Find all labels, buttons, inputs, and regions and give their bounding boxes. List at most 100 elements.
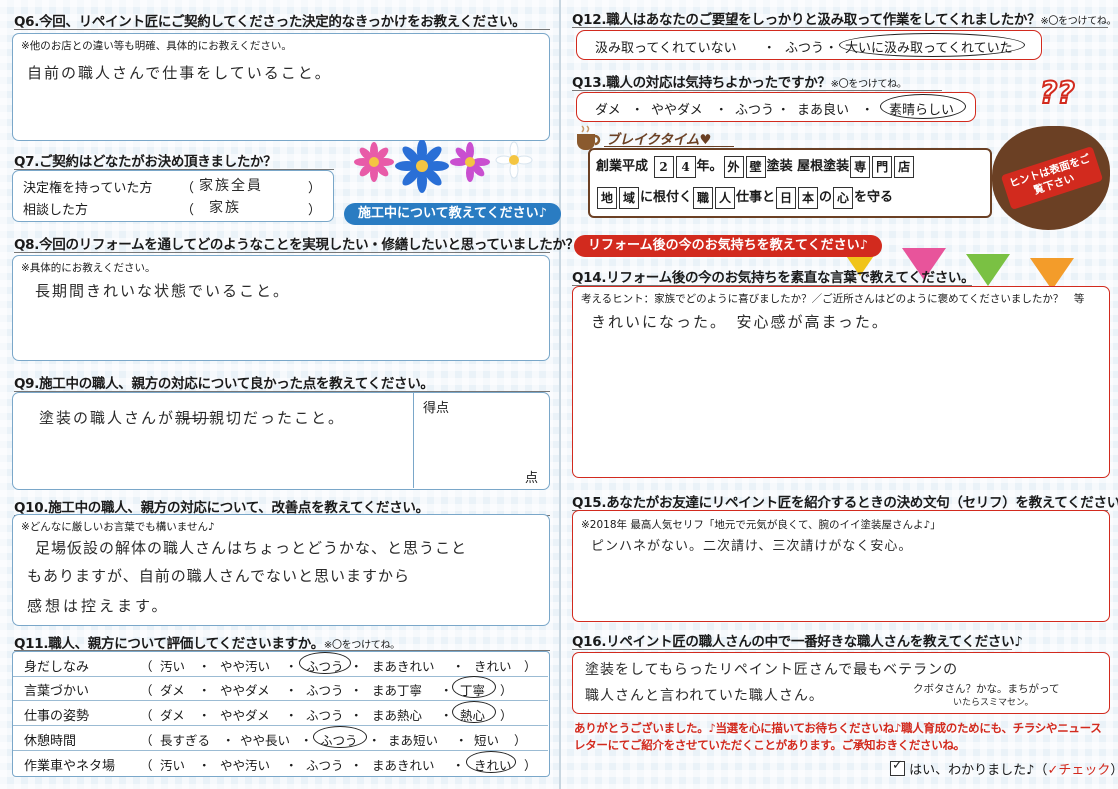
q11-open: （ [140, 733, 153, 748]
break-line2-t1: に根付く [640, 190, 693, 205]
q11-sep: ・ [222, 733, 235, 748]
q11-sep: ・ [440, 683, 453, 698]
q11-sep: ・ [452, 758, 465, 773]
q9-answer-struck: 親切 [175, 409, 210, 427]
q11-option[interactable]: 汚い [160, 755, 185, 774]
q12-question: Q12.職人はあなたのご要望をしっかりと汲み取って作業をしてくれましたか？※〇を… [572, 8, 1117, 28]
q12-options-box: 汲み取ってくれていない ・ ふつう ・ 大いに汲み取ってくれていた [576, 30, 1042, 60]
break-box: 門 [872, 155, 893, 178]
break-box: 2 [653, 155, 674, 178]
q11-option[interactable]: やや長い [240, 730, 290, 749]
q11-row-label: 休憩時間 [24, 734, 77, 749]
confirm-label: はい、わかりました♪（ [909, 763, 1048, 778]
flower-purple-icon [450, 142, 490, 182]
q14-answer-box: 考えるヒント：家族でどのように喜びましたか？／ご近所さんはどのように褒めてくださ… [572, 286, 1110, 478]
q12-option[interactable]: ふつう [785, 37, 824, 56]
q11-sep: ・ [198, 683, 211, 698]
q9-answer-post: 親切だったこと。 [209, 409, 346, 427]
q11-sep: ・ [350, 708, 363, 723]
q12-option[interactable]: 汲み取ってくれていない [595, 37, 737, 56]
q11-option[interactable]: まあきれい [372, 656, 435, 675]
q11-option[interactable]: ふつう [306, 680, 344, 699]
q15-answer: ピンハネがない。二次請け、三次請けがなく安心。 [591, 539, 913, 554]
confirm-checkbox[interactable]: ✓ [890, 758, 905, 776]
q14-hint: 考えるヒント：家族でどのように喜びましたか？／ご近所さんはどのように褒めてくださ… [581, 293, 1085, 305]
q11-sep: ・ [452, 659, 465, 674]
thanks-line-1: ありがとうございました。♪当選を心に描いてお待ちくださいね♪職人育成のためにも、… [574, 721, 1102, 735]
q11-row-label: 言葉づかい [24, 684, 90, 699]
q11-option[interactable]: きれい [474, 656, 512, 675]
q8-answer-box: ※具体的にお教えください。 長期間きれいな状態でいること。 [12, 255, 550, 361]
q10-answer-line-2: もありますが、自前の職人さんでないと思いますから [27, 567, 410, 585]
q11-close: ） [524, 758, 537, 773]
q11-sep: ・ [198, 659, 211, 674]
q8-hint: ※具体的にお教えください。 [21, 262, 156, 274]
q11-sep: ・ [285, 659, 298, 674]
q11-sep: ・ [455, 733, 468, 748]
q11-option[interactable]: ダメ [160, 680, 185, 699]
q13-option[interactable]: ややダメ [651, 99, 703, 118]
q13-option[interactable]: まあ良い [797, 99, 849, 118]
q15-hint: ※2018年 最高人気セリフ「地元で元気が良くて、腕のイイ塗装屋さんよ♪」 [581, 519, 941, 531]
break-line1-pre: 創業平成 [596, 159, 649, 174]
break-line2-t2: 仕事と [736, 190, 776, 205]
selection-circle [839, 33, 1025, 57]
break-box: 心 [833, 186, 854, 209]
q11-option[interactable]: 長すぎる [160, 730, 210, 749]
q11-option[interactable]: まあ丁寧 [372, 680, 422, 699]
q13-question: Q13.職人の対応は気持ちよかったですか？※〇をつけてね。 [572, 71, 907, 91]
q7-row-decider-open: （ [181, 181, 195, 196]
q14-answer: きれいになった。 安心感が高まった。 [591, 313, 889, 331]
q13-option[interactable]: ふつう [735, 99, 774, 118]
break-box: 域 [619, 186, 639, 209]
q14-question: Q14.リフォーム後の今のお気持ちを素直な言葉で教えてください。 [572, 270, 975, 286]
q9-answer-pre: 塗装の職人さんが [39, 409, 176, 427]
q7-box: 決定権を持っていた方 （ 家族全員 ） 相談した方 （ 家族 ） [12, 170, 334, 222]
q11-option[interactable]: ややダメ [220, 680, 270, 699]
q9-score-label: 得点 [423, 401, 450, 416]
selection-circle [880, 94, 966, 119]
thanks-line-2: レターにてご紹介をさせていただくことがあります。ご承知おきくださいね。 [574, 738, 965, 752]
q11-option[interactable]: まあ熱心 [372, 705, 422, 724]
break-box: 本 [798, 186, 819, 209]
break-time-line-1: 創業平成 2 4 年。外壁塗装 屋根塗装専門店 [596, 155, 915, 178]
q11-option[interactable]: ふつう [306, 755, 344, 774]
q11-open: （ [140, 708, 153, 723]
q9-question: Q9.施工中の職人、親方の対応について良かった点を教えてください。 [14, 376, 434, 392]
q6-question: Q6.今回、リペイント匠にご契約してくださった決定的なきっかけをお教えください。 [14, 14, 526, 30]
q10-question: Q10.施工中の職人、親方の対応について、改善点を教えてください。 [14, 500, 429, 516]
confirm-check-text: ✓チェック [1047, 763, 1111, 778]
q7-row-advisor-answer: 家族 [209, 200, 241, 216]
flower-decoration [354, 140, 533, 193]
break-box: 壁 [745, 155, 766, 178]
q16-question: Q16.リペイント匠の職人さんの中で一番好きな職人さんを教えてください♪ [572, 634, 1023, 650]
confirm-close: ） [1110, 763, 1118, 778]
q16-answer-line-2: 職人さんと言われていた職人さん。 [585, 688, 824, 704]
q11-option[interactable]: ややダメ [220, 705, 270, 724]
q11-option[interactable]: まあきれい [372, 755, 435, 774]
break-box: 職 [693, 186, 714, 209]
q11-open: （ [140, 683, 153, 698]
q7-question: Q7.ご契約はどなたがお決め頂きましたか？ [14, 154, 277, 170]
q11-option[interactable]: ふつう [306, 705, 344, 724]
q13-option[interactable]: ダメ [595, 99, 621, 118]
q11-sep: ・ [198, 758, 211, 773]
q11-option[interactable]: ダメ [160, 705, 185, 724]
q10-hint: ※どんなに厳しいお言葉でも構いません♪ [21, 521, 215, 533]
q10-answer-line-1: 足場仮設の解体の職人さんはちょっとどうかな、と思うこと [35, 539, 468, 557]
q11-close: ） [514, 733, 527, 748]
q11-open: （ [140, 659, 153, 674]
q16-answer-extra-2: いたらスミマセン。 [953, 698, 1034, 708]
q11-option[interactable]: 短い [474, 730, 499, 749]
q11-close: ） [500, 683, 513, 698]
flower-pink-icon [354, 142, 394, 182]
q11-option[interactable]: 汚い [160, 656, 185, 675]
q13-note: ※〇をつけてね。 [830, 79, 907, 90]
q11-option[interactable]: やや汚い [220, 755, 270, 774]
q11-option[interactable]: やや汚い [220, 656, 270, 675]
q11-option[interactable]: まあ短い [388, 730, 438, 749]
break-box: 外 [723, 155, 744, 178]
flower-white-icon [495, 141, 533, 179]
q10-answer-box: ※どんなに厳しいお言葉でも構いません♪ 足場仮設の解体の職人さんはちょっとどうか… [12, 514, 550, 626]
q13-underline [572, 90, 942, 91]
